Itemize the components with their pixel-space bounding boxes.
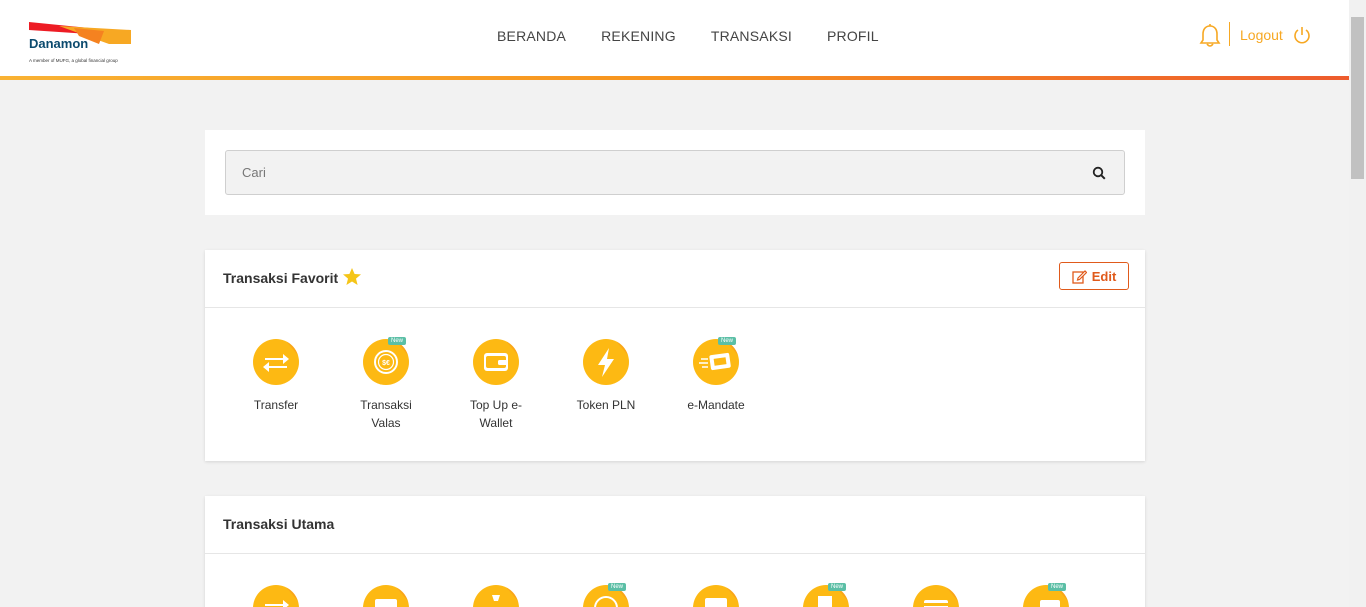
main-tile-3[interactable] — [451, 585, 541, 607]
e-mandate-icon — [693, 339, 739, 385]
bill-icon — [693, 585, 739, 607]
favorite-top-up-e-wallet[interactable]: Top Up e-Wallet — [451, 339, 541, 432]
main-transactions-title: Transaksi Utama — [223, 516, 335, 532]
logout-label: Logout — [1240, 27, 1283, 43]
main-tile-1[interactable] — [231, 585, 321, 607]
bell-icon[interactable] — [1199, 24, 1221, 48]
main-tile-6[interactable]: New — [781, 583, 871, 607]
new-badge: New — [828, 583, 847, 591]
nav-profil[interactable]: PROFIL — [827, 28, 879, 44]
lightning-icon — [583, 339, 629, 385]
favorite-transaksi-valas[interactable]: $€ New Transaksi Valas — [341, 337, 431, 432]
favorites-panel: Transaksi Favorit Edit Transfer $€ New T… — [205, 250, 1145, 461]
credit-card-icon — [913, 585, 959, 607]
brand-tagline: A member of MUFG, a global financial gro… — [29, 58, 118, 63]
main-tile-4[interactable]: New — [561, 583, 651, 607]
main-transactions-header: Transaksi Utama — [205, 496, 1145, 554]
header-gradient-bar — [0, 76, 1349, 80]
transfer-icon — [253, 585, 299, 607]
new-badge: New — [608, 583, 627, 591]
new-badge: New — [718, 337, 737, 345]
transfer-icon — [253, 339, 299, 385]
power-icon — [1294, 27, 1310, 44]
main-tile-5[interactable] — [671, 585, 761, 607]
currency-exchange-icon: $€ — [363, 339, 409, 385]
favorite-token-pln[interactable]: Token PLN — [561, 339, 651, 414]
nav-transaksi[interactable]: TRANSAKSI — [711, 28, 792, 44]
search-card — [205, 130, 1145, 215]
scrollbar-thumb[interactable] — [1351, 17, 1364, 179]
tile-label: Transfer — [253, 398, 299, 412]
search-icon[interactable] — [1092, 166, 1106, 180]
danamon-logo[interactable]: Danamon A member of MUFG, a global finan… — [29, 22, 133, 66]
edit-button[interactable]: Edit — [1059, 262, 1129, 290]
top-header: Danamon A member of MUFG, a global finan… — [0, 0, 1349, 80]
main-tile-2[interactable] — [341, 585, 431, 607]
money-bag-icon — [473, 585, 519, 607]
tile-label: Transaksi Valas — [360, 398, 412, 430]
svg-text:$€: $€ — [382, 360, 390, 367]
new-badge: New — [388, 337, 407, 345]
main-transactions-panel: Transaksi Utama New New New — [205, 496, 1145, 607]
favorites-title: Transaksi Favorit — [223, 270, 339, 286]
wallet-icon — [473, 339, 519, 385]
logout-button[interactable]: Logout — [1240, 26, 1311, 44]
edit-label: Edit — [1091, 268, 1117, 284]
main-nav: BERANDA REKENING TRANSAKSI PROFIL — [497, 28, 914, 44]
nav-beranda[interactable]: BERANDA — [497, 28, 566, 44]
new-badge: New — [1048, 583, 1067, 591]
tile-label: e-Mandate — [687, 398, 745, 412]
star-icon — [343, 268, 361, 285]
edit-icon — [1072, 269, 1087, 284]
nav-rekening[interactable]: REKENING — [601, 28, 676, 44]
tile-label: Top Up e-Wallet — [469, 398, 523, 430]
main-tile-7[interactable] — [891, 585, 981, 607]
brand-name: Danamon — [29, 36, 89, 51]
favorite-e-mandate[interactable]: New e-Mandate — [671, 337, 761, 414]
card-icon — [363, 585, 409, 607]
tile-label: Token PLN — [576, 398, 636, 412]
main-tile-8[interactable]: New — [1001, 583, 1091, 607]
favorite-transfer[interactable]: Transfer — [231, 339, 321, 414]
search-box — [225, 150, 1125, 195]
search-input[interactable] — [226, 151, 1086, 194]
favorites-header: Transaksi Favorit Edit — [205, 250, 1145, 308]
header-divider — [1229, 22, 1230, 46]
